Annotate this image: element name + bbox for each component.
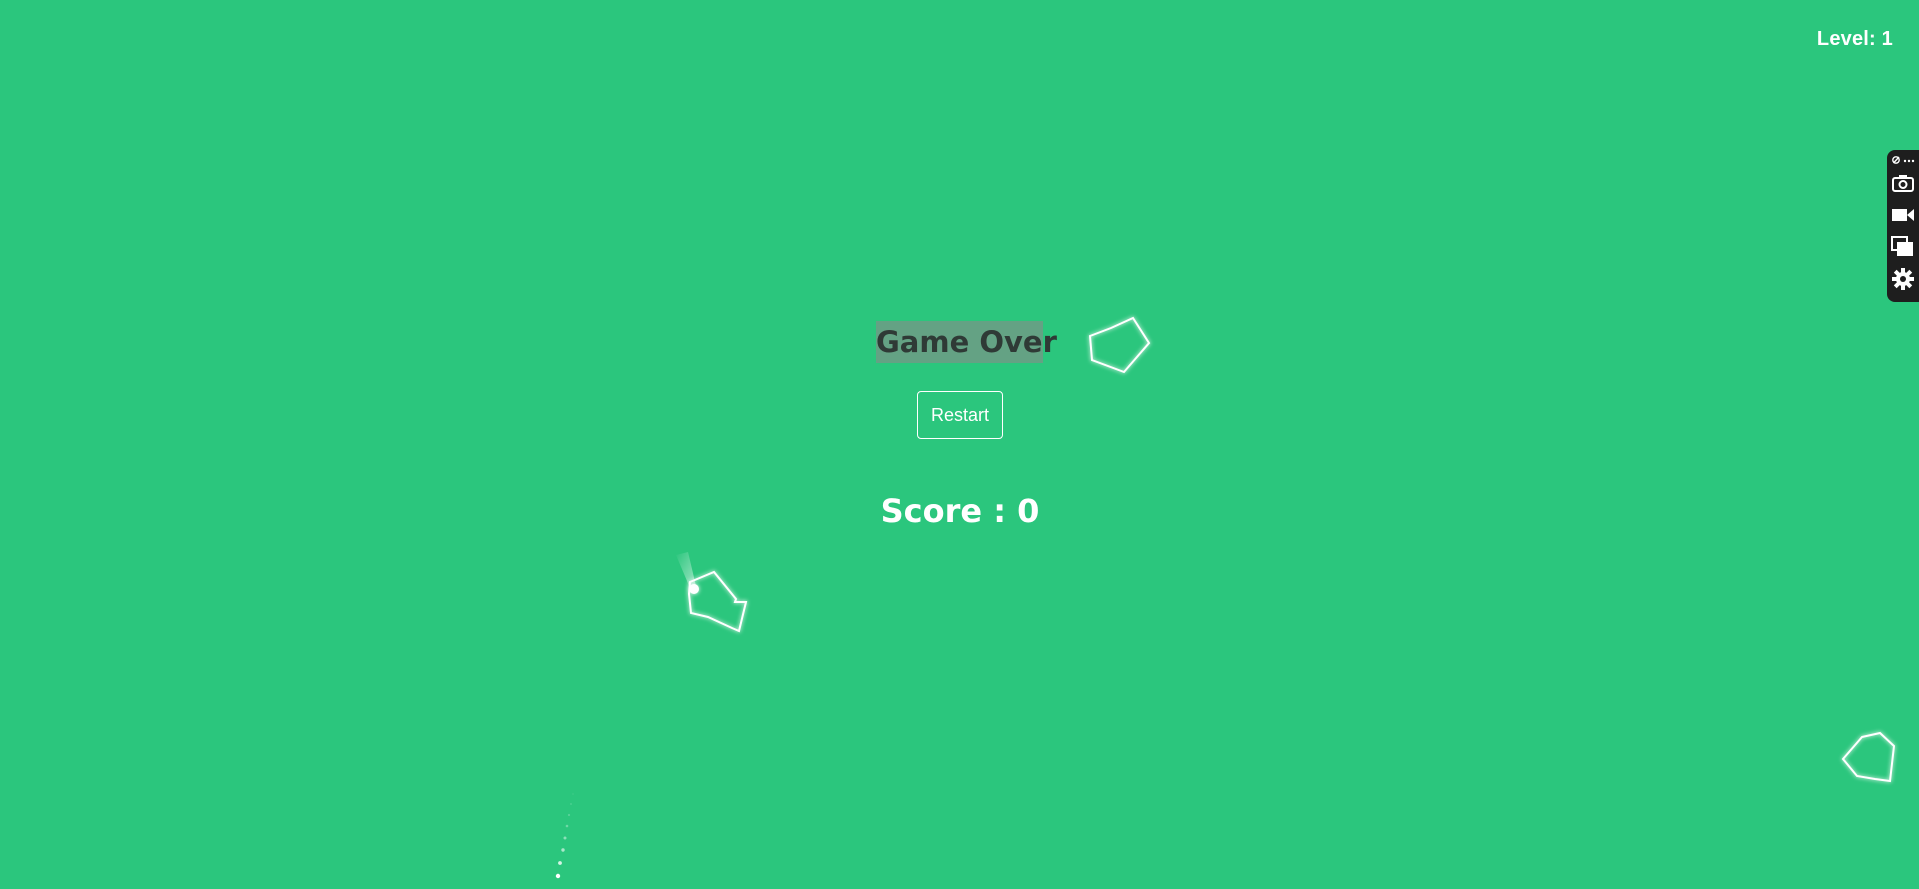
player-ship [689,584,699,594]
screenshot-toolbar [1887,150,1919,302]
level-indicator: Level: 1 [1816,28,1893,50]
background [0,0,1919,889]
link-more-icon[interactable] [1887,152,1919,168]
camera-icon[interactable] [1887,168,1919,198]
restart-button[interactable]: Restart [917,391,1003,439]
video-camera-icon[interactable] [1887,200,1919,230]
copy-windows-icon[interactable] [1887,232,1919,262]
game-over-title: Game Over [876,321,1057,363]
score-display: Score : 0 [880,492,1040,530]
gear-icon[interactable] [1887,264,1919,294]
playfield-canvas[interactable] [0,0,1919,889]
game-stage[interactable]: Level: 1 Game Over Restart Score : 0 [0,0,1919,889]
